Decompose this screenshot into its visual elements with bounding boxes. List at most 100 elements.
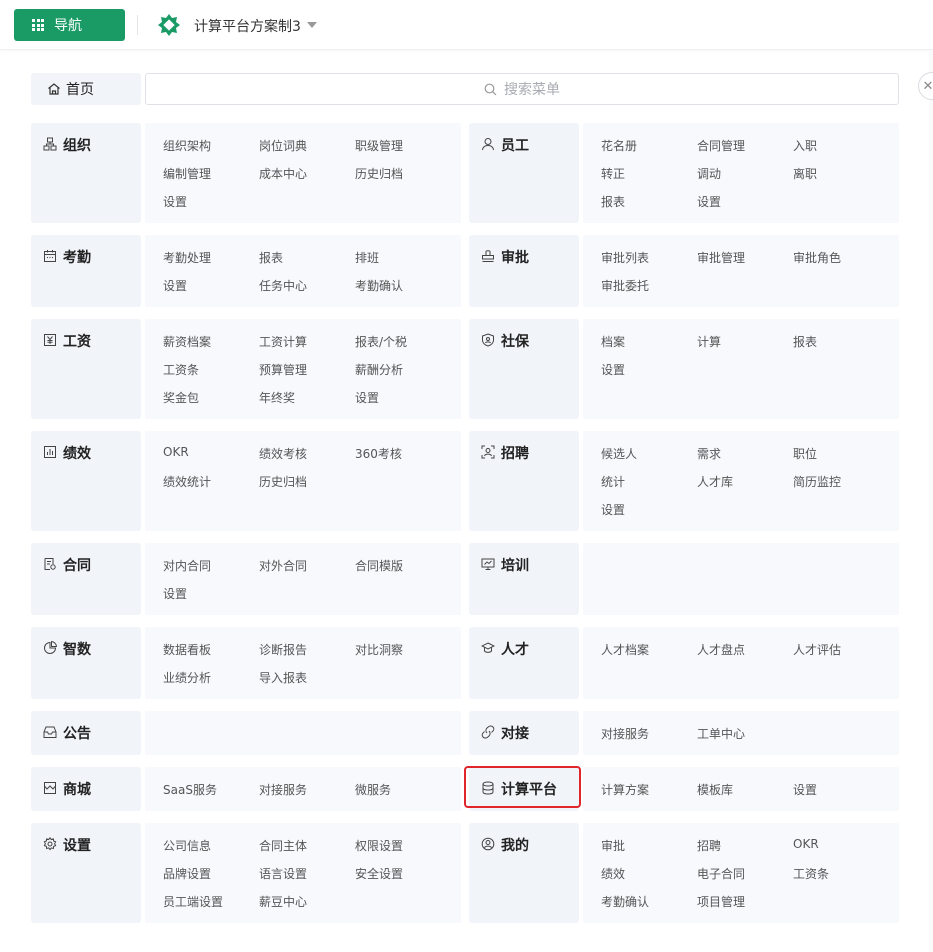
menu-item[interactable]: 工资计算 (259, 333, 307, 350)
menu-item[interactable]: 年终奖 (259, 389, 295, 406)
menu-item[interactable]: 入职 (793, 137, 817, 154)
menu-item[interactable]: 电子合同 (697, 865, 745, 882)
menu-item[interactable]: 计算 (697, 333, 721, 350)
menu-item[interactable]: 人才评估 (793, 641, 841, 658)
menu-item[interactable]: 需求 (697, 445, 721, 462)
menu-item[interactable]: 对比洞察 (355, 641, 403, 658)
menu-item[interactable]: 考勤确认 (355, 277, 403, 294)
menu-item[interactable]: 审批角色 (793, 249, 841, 266)
menu-item[interactable]: 人才盘点 (697, 641, 745, 658)
category-integration[interactable]: 对接 (469, 711, 579, 755)
menu-item[interactable]: 人才库 (697, 473, 733, 490)
category-compute[interactable]: 计算平台 (469, 767, 579, 811)
menu-item[interactable]: 对接服务 (259, 781, 307, 798)
menu-item[interactable]: 报表 (793, 333, 817, 350)
menu-item[interactable]: 奖金包 (163, 389, 199, 406)
menu-item[interactable]: 对内合同 (163, 557, 211, 574)
menu-item[interactable]: 设置 (163, 585, 187, 602)
menu-item[interactable]: 合同管理 (697, 137, 745, 154)
menu-item[interactable]: 预算管理 (259, 361, 307, 378)
menu-item[interactable]: 品牌设置 (163, 865, 211, 882)
menu-item[interactable]: 设置 (601, 501, 625, 518)
category-attendance[interactable]: 考勤 (31, 235, 141, 307)
menu-item[interactable]: 项目管理 (697, 893, 745, 910)
menu-item[interactable]: 绩效考核 (259, 445, 307, 462)
menu-item[interactable]: 考勤确认 (601, 893, 649, 910)
category-org[interactable]: 组织 (31, 123, 141, 223)
category-mall[interactable]: 商城 (31, 767, 141, 811)
menu-item[interactable]: 绩效统计 (163, 473, 211, 490)
category-salary[interactable]: 工资 (31, 319, 141, 419)
menu-item[interactable]: 人才档案 (601, 641, 649, 658)
menu-item[interactable]: 薪资档案 (163, 333, 211, 350)
category-mine[interactable]: 我的 (469, 823, 579, 923)
menu-item[interactable]: 设置 (697, 193, 721, 210)
search-input[interactable]: 搜索菜单 (145, 73, 899, 105)
menu-item[interactable]: 公司信息 (163, 837, 211, 854)
menu-item[interactable]: 360考核 (355, 445, 402, 462)
menu-item[interactable]: 审批委托 (601, 277, 649, 294)
category-employee[interactable]: 员工 (469, 123, 579, 223)
menu-item[interactable]: 历史归档 (355, 165, 403, 182)
category-social[interactable]: 社保 (469, 319, 579, 419)
menu-item[interactable]: 薪豆中心 (259, 893, 307, 910)
menu-item[interactable]: 审批列表 (601, 249, 649, 266)
menu-item[interactable]: 组织架构 (163, 137, 211, 154)
menu-item[interactable]: 设置 (793, 781, 817, 798)
menu-item[interactable]: 历史归档 (259, 473, 307, 490)
menu-item[interactable]: 岗位词典 (259, 137, 307, 154)
menu-item[interactable]: 对外合同 (259, 557, 307, 574)
menu-item[interactable]: 设置 (163, 193, 187, 210)
menu-item[interactable]: 职位 (793, 445, 817, 462)
menu-item[interactable]: 档案 (601, 333, 625, 350)
menu-item[interactable]: 审批 (601, 837, 625, 854)
menu-item[interactable]: 工单中心 (697, 725, 745, 742)
menu-item[interactable]: 对接服务 (601, 725, 649, 742)
category-notice[interactable]: 公告 (31, 711, 141, 755)
menu-item[interactable]: 合同模版 (355, 557, 403, 574)
category-talent[interactable]: 人才 (469, 627, 579, 699)
menu-item[interactable]: 业绩分析 (163, 669, 211, 686)
menu-item[interactable]: 安全设置 (355, 865, 403, 882)
menu-item[interactable]: 薪酬分析 (355, 361, 403, 378)
category-performance[interactable]: 绩效 (31, 431, 141, 531)
menu-item[interactable]: 招聘 (697, 837, 721, 854)
menu-item[interactable]: 设置 (163, 277, 187, 294)
menu-item[interactable]: 计算方案 (601, 781, 649, 798)
menu-item[interactable]: OKR (793, 837, 819, 851)
menu-item[interactable]: 权限设置 (355, 837, 403, 854)
menu-item[interactable]: 工资条 (793, 865, 829, 882)
category-insight[interactable]: 智数 (31, 627, 141, 699)
category-contract[interactable]: 合同 (31, 543, 141, 615)
menu-item[interactable]: OKR (163, 445, 189, 459)
close-icon[interactable]: ✕ (918, 72, 933, 100)
menu-item[interactable]: 语言设置 (259, 865, 307, 882)
menu-item[interactable]: 离职 (793, 165, 817, 182)
category-recruit[interactable]: 招聘 (469, 431, 579, 531)
menu-item[interactable]: 简历监控 (793, 473, 841, 490)
menu-item[interactable]: 转正 (601, 165, 625, 182)
menu-item[interactable]: 审批管理 (697, 249, 745, 266)
chevron-down-icon[interactable] (307, 22, 317, 28)
menu-item[interactable]: 报表 (601, 193, 625, 210)
menu-item[interactable]: 任务中心 (259, 277, 307, 294)
menu-item[interactable]: 绩效 (601, 865, 625, 882)
menu-item[interactable]: 考勤处理 (163, 249, 211, 266)
menu-item[interactable]: 调动 (697, 165, 721, 182)
menu-item[interactable]: 导入报表 (259, 669, 307, 686)
navigation-button[interactable]: 导航 (14, 9, 125, 41)
menu-item[interactable]: 报表 (259, 249, 283, 266)
menu-item[interactable]: 诊断报告 (259, 641, 307, 658)
menu-item[interactable]: 合同主体 (259, 837, 307, 854)
home-link[interactable]: 首页 (31, 73, 141, 105)
category-training[interactable]: 培训 (469, 543, 579, 615)
menu-item[interactable]: 设置 (601, 361, 625, 378)
menu-item[interactable]: 统计 (601, 473, 625, 490)
menu-item[interactable]: 数据看板 (163, 641, 211, 658)
menu-item[interactable]: 员工端设置 (163, 893, 223, 910)
menu-item[interactable]: 工资条 (163, 361, 199, 378)
menu-item[interactable]: 设置 (355, 389, 379, 406)
menu-item[interactable]: 候选人 (601, 445, 637, 462)
menu-item[interactable]: 成本中心 (259, 165, 307, 182)
menu-item[interactable]: 模板库 (697, 781, 733, 798)
